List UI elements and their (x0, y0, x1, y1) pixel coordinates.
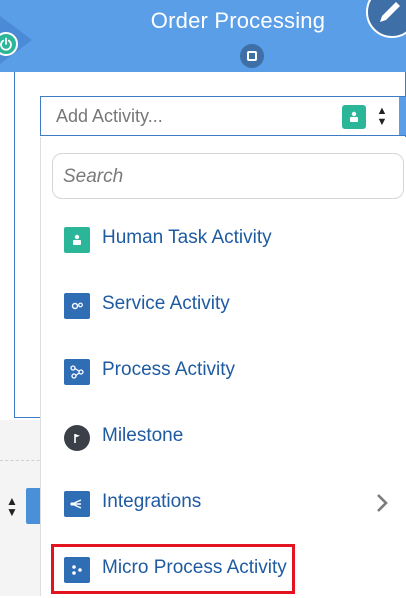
menu-item-label: Integrations (102, 491, 202, 512)
menu-item-milestone[interactable]: Milestone (41, 408, 406, 466)
sort-icon[interactable]: ▲ ▼ (375, 104, 389, 130)
flag-icon (64, 425, 90, 451)
menu-item-label: Milestone (102, 425, 184, 446)
service-gears-icon (64, 293, 90, 319)
menu-item-label: Service Activity (102, 293, 230, 314)
micro-process-icon (64, 557, 90, 583)
add-activity-placeholder: Add Activity... (56, 106, 163, 126)
menu-item-process-activity[interactable]: Process Activity (41, 342, 406, 400)
sort-icon[interactable]: ▲ ▼ (2, 492, 22, 522)
menu-item-label: Process Activity (102, 359, 236, 380)
menu-item-micro-process-activity[interactable]: Micro Process Activity (41, 540, 406, 598)
combo-edge (399, 97, 406, 135)
edit-button[interactable] (366, 0, 406, 38)
square-icon (247, 51, 257, 61)
human-task-icon (342, 105, 366, 129)
menu-item-integrations[interactable]: Integrations (41, 474, 406, 532)
chevron-right-icon (377, 494, 388, 512)
human-task-icon (64, 227, 90, 253)
scroll-handle[interactable] (26, 488, 40, 524)
stage-header: Order Processing (0, 0, 406, 72)
search-placeholder: Search (63, 166, 124, 187)
menu-item-service-activity[interactable]: Service Activity (41, 276, 406, 334)
activity-dropdown: Search Human Task Activity Service Activ… (40, 137, 406, 596)
menu-item-label: Micro Process Activity (102, 557, 287, 578)
menu-item-human-task-activity[interactable]: Human Task Activity (41, 210, 406, 268)
add-activity-combobox[interactable]: Add Activity... ▲ ▼ (40, 96, 406, 136)
collapse-button[interactable] (240, 44, 264, 68)
process-icon (64, 359, 90, 385)
menu-item-label: Human Task Activity (102, 227, 272, 248)
pencil-icon (380, 2, 400, 22)
page-title: Order Processing (150, 8, 326, 33)
search-input[interactable]: Search (52, 153, 404, 199)
integration-icon (64, 491, 90, 517)
